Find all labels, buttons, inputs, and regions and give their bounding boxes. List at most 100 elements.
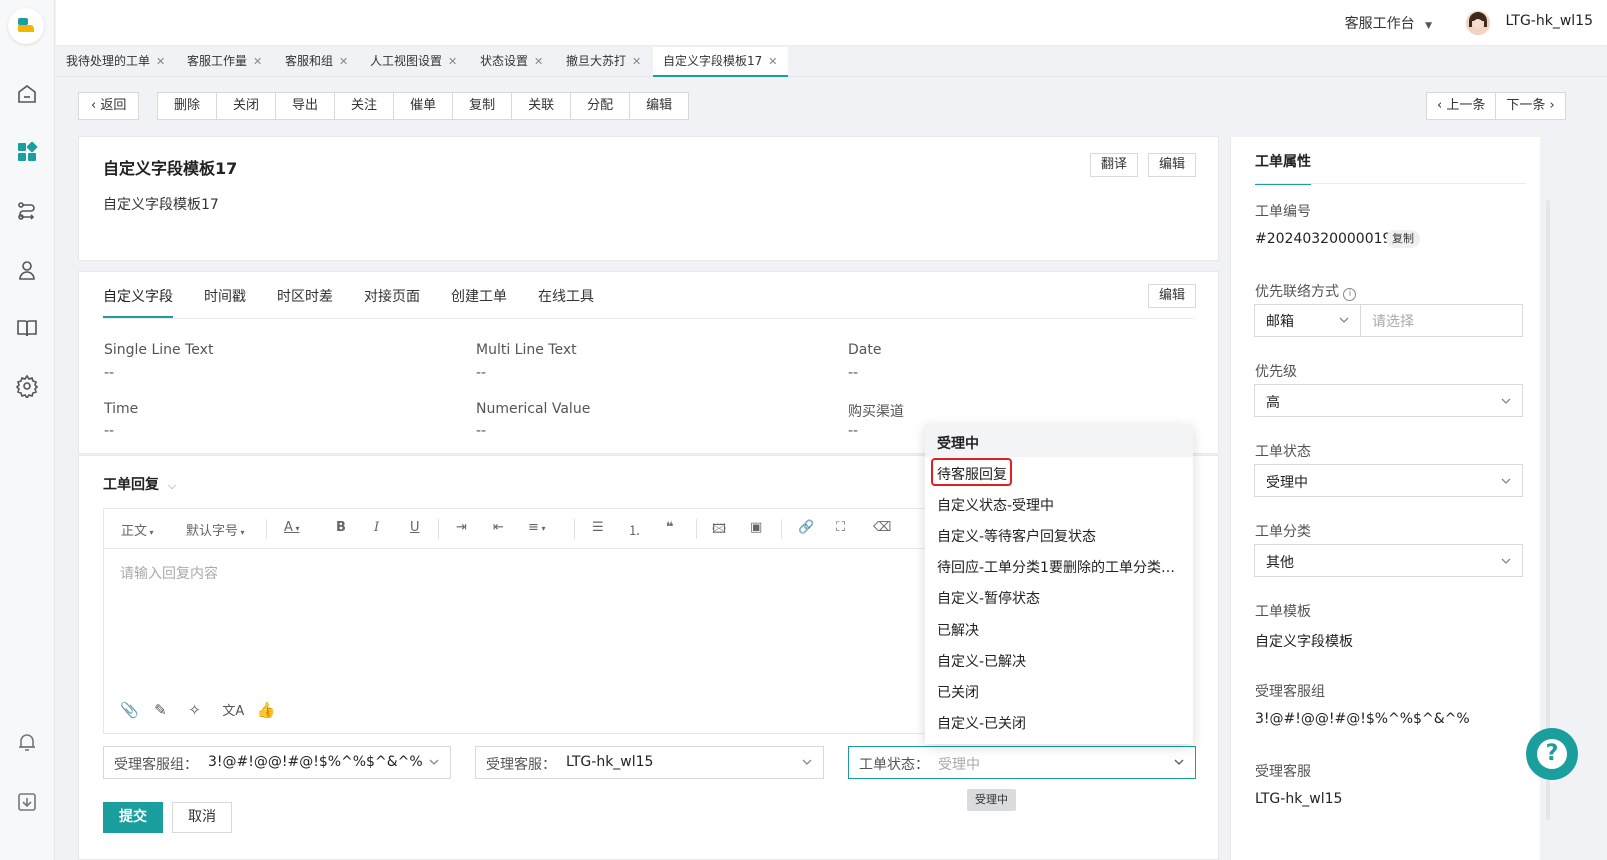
prev-button[interactable]: ‹ 上一条 xyxy=(1427,93,1497,119)
close-icon[interactable]: ✕ xyxy=(534,55,543,68)
link-icon[interactable]: 🔗 xyxy=(798,520,814,535)
follow-button[interactable]: 关注 xyxy=(335,93,395,119)
edit-ticket-button[interactable]: 编辑 xyxy=(1148,153,1197,177)
status-panel-select[interactable]: 受理中 xyxy=(1254,464,1523,497)
translate-icon[interactable]: 文A xyxy=(222,700,252,719)
paragraph-select[interactable]: 正文 ▾ xyxy=(121,520,154,539)
priority-select[interactable]: 高 xyxy=(1254,384,1523,417)
delete-button[interactable]: 删除 xyxy=(158,93,218,119)
contact-method-select[interactable]: 邮箱 xyxy=(1255,305,1361,336)
bell-icon[interactable] xyxy=(15,730,39,754)
agent-select[interactable]: 受理客服： LTG-hk_wl15 xyxy=(475,746,824,779)
home-icon[interactable] xyxy=(15,82,39,106)
status-option[interactable]: 已关闭 xyxy=(937,682,1182,702)
panel-scrollbar[interactable] xyxy=(1546,200,1550,820)
cancel-button[interactable]: 取消 xyxy=(172,802,232,833)
tab-status-settings[interactable]: 状态设置 ✕ xyxy=(470,47,553,77)
close-icon[interactable]: ✕ xyxy=(632,55,641,68)
magic-wand-icon[interactable]: ✧ xyxy=(188,701,218,719)
close-icon[interactable]: ✕ xyxy=(339,55,348,68)
bullet-list-icon[interactable]: ☰ xyxy=(592,520,604,535)
username[interactable]: LTG-hk_wl15 xyxy=(1506,13,1593,29)
status-option[interactable]: 待回应-工单分类1要删除的工单分类1... xyxy=(937,557,1182,577)
rich-text-editor[interactable]: 正文 ▾ 默认字号 ▾ A ▾ B I U ⇥ ⇤ ≡ ▾ ☰ ⒈ ❝ 🖾 ▣ … xyxy=(103,508,945,734)
outdent-icon[interactable]: ⇤ xyxy=(493,520,504,535)
assign-button[interactable]: 分配 xyxy=(571,93,631,119)
field-value: -- xyxy=(104,365,115,381)
info-icon[interactable]: i xyxy=(1343,288,1357,301)
thumbs-up-icon[interactable]: 👍 xyxy=(257,701,287,719)
book-icon[interactable] xyxy=(15,316,39,340)
status-select[interactable]: 工单状态： 受理中 xyxy=(848,746,1196,779)
underline-icon[interactable]: U xyxy=(410,520,420,535)
status-option[interactable]: 已解决 xyxy=(937,620,1182,640)
status-option[interactable]: 自定义-已关闭 xyxy=(937,713,1182,733)
settings-icon[interactable] xyxy=(15,374,39,400)
tab-view-settings[interactable]: 人工视图设置 ✕ xyxy=(360,47,467,77)
tab-timezone[interactable]: 时区时差 xyxy=(277,286,333,318)
help-button[interactable]: ? xyxy=(1526,728,1578,780)
tab-custom-fields[interactable]: 自定义字段 xyxy=(103,286,173,318)
priority-value: 高 xyxy=(1266,395,1280,411)
urge-button[interactable]: 催单 xyxy=(394,93,454,119)
contact-detail-input[interactable]: 请选择 xyxy=(1372,311,1414,331)
align-icon[interactable]: ≡ ▾ xyxy=(528,520,545,535)
category-select[interactable]: 其他 xyxy=(1254,544,1523,577)
routing-icon[interactable] xyxy=(15,199,39,223)
divider xyxy=(781,519,782,539)
tab-custom-template[interactable]: 自定义字段模板17 ✕ xyxy=(653,47,788,77)
app-logo[interactable] xyxy=(8,8,44,44)
tab-workload[interactable]: 客服工作量 ✕ xyxy=(177,47,272,77)
tab-my-pending[interactable]: 我待处理的工单 ✕ xyxy=(56,47,175,77)
numbered-list-icon[interactable]: ⒈ xyxy=(628,520,641,539)
next-button[interactable]: 下一条 › xyxy=(1496,93,1565,119)
close-icon[interactable]: ✕ xyxy=(156,55,165,68)
translate-button[interactable]: 翻译 xyxy=(1090,153,1139,177)
copy-ticket-no-button[interactable]: 复制 xyxy=(1386,230,1420,248)
template-icon[interactable]: ✎ xyxy=(154,701,184,719)
fullscreen-icon[interactable]: ⛶ xyxy=(836,520,845,535)
status-option[interactable]: 待客服回复 xyxy=(937,464,1182,484)
status-option[interactable]: 受理中 xyxy=(937,433,1182,453)
status-option[interactable]: 自定义-已解决 xyxy=(937,651,1182,671)
export-button[interactable]: 导出 xyxy=(276,93,336,119)
edit-button[interactable]: 编辑 xyxy=(630,93,689,119)
font-size-select[interactable]: 默认字号 ▾ xyxy=(186,520,245,539)
close-icon[interactable]: ✕ xyxy=(253,55,262,68)
tab-online-tools[interactable]: 在线工具 xyxy=(538,286,594,318)
avatar[interactable] xyxy=(1466,11,1490,35)
download-icon[interactable] xyxy=(15,790,39,814)
video-icon[interactable]: ▣ xyxy=(750,520,762,535)
attachment-icon[interactable]: 📎 xyxy=(120,701,150,719)
contact-label-text: 优先联络方式 xyxy=(1255,284,1339,300)
tab-agents-groups[interactable]: 客服和组 ✕ xyxy=(275,47,358,77)
close-ticket-button[interactable]: 关闭 xyxy=(217,93,277,119)
eraser-icon[interactable]: ⌫ xyxy=(873,520,891,535)
dashboard-icon[interactable] xyxy=(15,140,39,164)
back-button[interactable]: ‹ 返回 xyxy=(79,93,139,119)
status-option[interactable]: 自定义-等待客户回复状态 xyxy=(937,526,1182,546)
font-color-icon[interactable]: A ▾ xyxy=(284,520,299,535)
italic-icon[interactable]: I xyxy=(374,520,379,535)
tab-sudafu[interactable]: 撤旦大苏打 ✕ xyxy=(556,47,651,77)
reply-section-toggle[interactable]: 工单回复 ⌵ xyxy=(103,474,176,494)
status-select-label: 工单状态： xyxy=(859,757,929,773)
link-button[interactable]: 关联 xyxy=(512,93,572,119)
quote-icon[interactable]: ❝ xyxy=(666,520,674,535)
submit-button[interactable]: 提交 xyxy=(103,802,163,833)
edit-fields-button[interactable]: 编辑 xyxy=(1148,284,1197,308)
user-icon[interactable] xyxy=(15,258,39,282)
close-icon[interactable]: ✕ xyxy=(768,55,777,68)
tab-integration-page[interactable]: 对接页面 xyxy=(364,286,420,318)
image-icon[interactable]: 🖾 xyxy=(712,520,726,542)
workbench-selector[interactable]: 客服工作台 ▼ xyxy=(1345,13,1432,33)
copy-button[interactable]: 复制 xyxy=(453,93,513,119)
close-icon[interactable]: ✕ xyxy=(448,55,457,68)
group-select[interactable]: 受理客服组： 3!@#!@@!#@!$%^%$^&^% xyxy=(103,746,451,779)
indent-icon[interactable]: ⇥ xyxy=(456,520,467,535)
tab-create-ticket[interactable]: 创建工单 xyxy=(451,286,507,318)
status-option[interactable]: 自定义状态-受理中 xyxy=(937,495,1182,515)
bold-icon[interactable]: B xyxy=(336,520,346,535)
status-option[interactable]: 自定义-暂停状态 xyxy=(937,588,1182,608)
tab-timestamp[interactable]: 时间戳 xyxy=(204,286,246,318)
